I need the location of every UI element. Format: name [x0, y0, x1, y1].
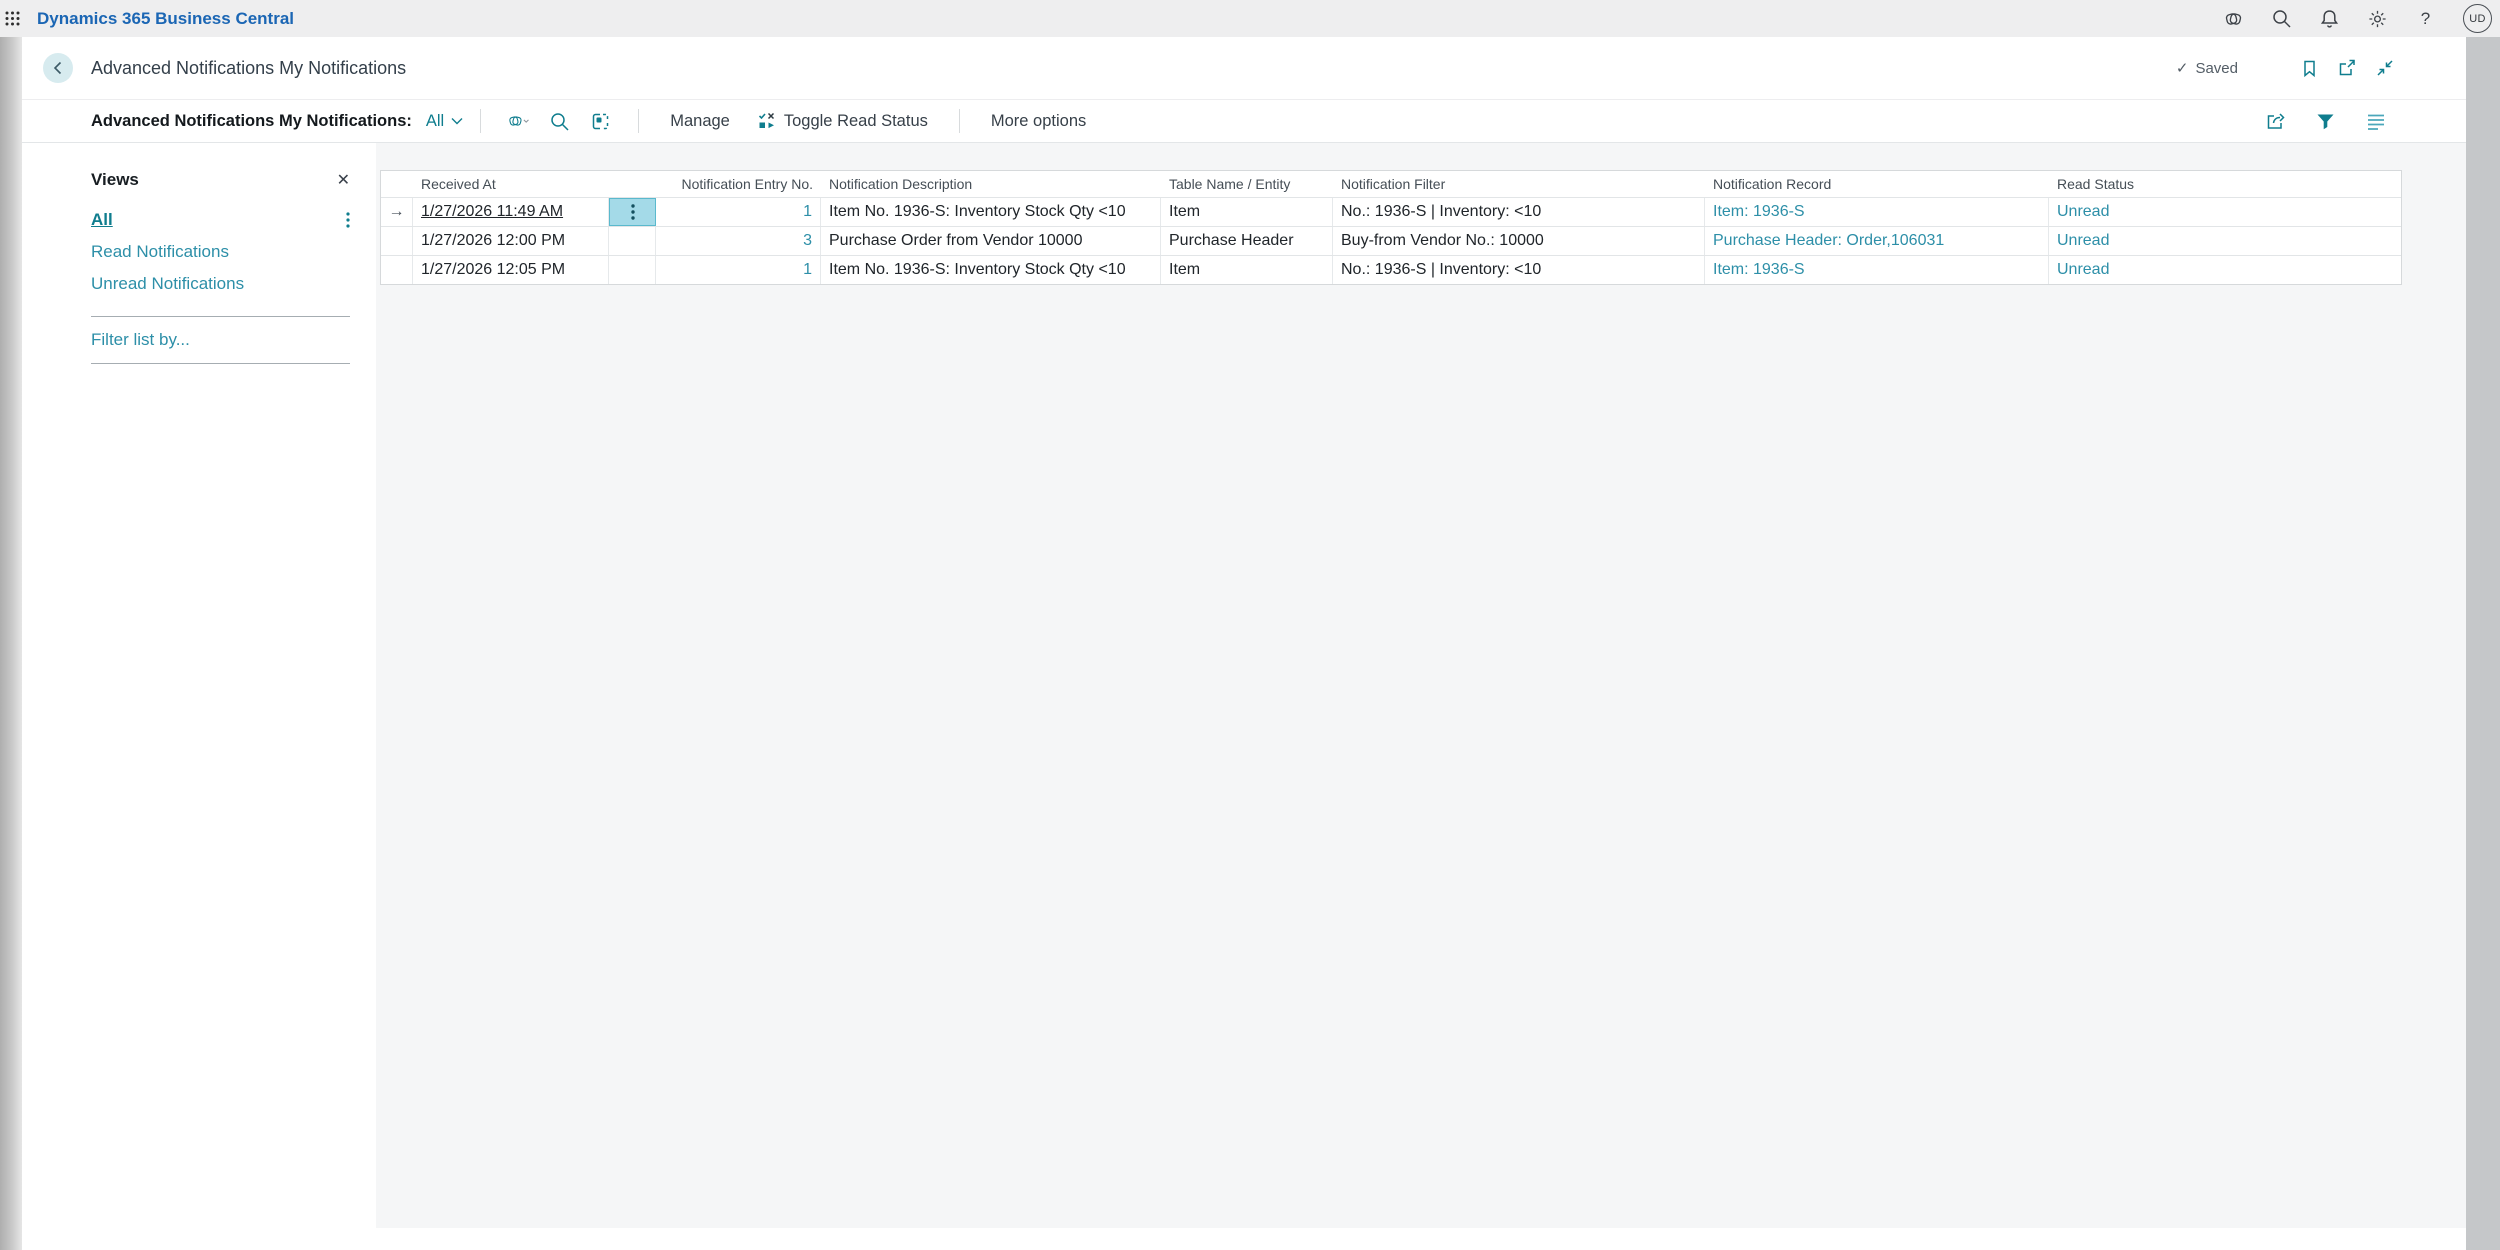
saved-indicator: ✓ Saved — [2176, 59, 2238, 77]
share-icon[interactable] — [2264, 110, 2287, 133]
column-header-received-at[interactable]: Received At — [413, 176, 609, 192]
close-icon[interactable]: ✕ — [337, 170, 350, 190]
toggle-read-status-button[interactable]: Toggle Read Status — [758, 112, 928, 131]
column-header-read-status[interactable]: Read Status — [2049, 176, 2401, 192]
view-item-all[interactable]: All — [91, 204, 350, 236]
views-panel-title: Views — [91, 170, 139, 190]
more-options-button[interactable]: More options — [991, 112, 1086, 131]
open-in-window-icon[interactable] — [2336, 57, 2358, 79]
page-title: Advanced Notifications My Notifications — [91, 58, 406, 79]
collapse-icon[interactable] — [2374, 57, 2396, 79]
list-toolbar: Advanced Notifications My Notifications:… — [0, 99, 2500, 143]
more-options-label: More options — [991, 112, 1086, 131]
list-caption: Advanced Notifications My Notifications: — [91, 112, 412, 131]
row-menu-cell — [609, 227, 656, 255]
column-header-entity[interactable]: Table Name / Entity — [1161, 176, 1333, 192]
column-header-filter[interactable]: Notification Filter — [1333, 176, 1705, 192]
row-selector-cell — [381, 256, 413, 284]
cell-read-status[interactable]: Unread — [2049, 227, 2401, 255]
view-item-label[interactable]: Read Notifications — [91, 242, 229, 262]
back-button[interactable] — [43, 53, 73, 83]
toggle-read-status-label: Toggle Read Status — [784, 112, 928, 131]
page-header: Advanced Notifications My Notifications … — [0, 37, 2500, 99]
cell-record-link[interactable]: Item: 1936-S — [1705, 198, 2049, 226]
cell-description[interactable]: Item No. 1936-S: Inventory Stock Qty <10 — [821, 198, 1161, 226]
column-header-record[interactable]: Notification Record — [1705, 176, 2049, 192]
divider — [91, 363, 350, 364]
cell-filter[interactable]: Buy-from Vendor No.: 10000 — [1333, 227, 1705, 255]
cell-description[interactable]: Purchase Order from Vendor 10000 — [821, 227, 1161, 255]
cell-entity[interactable]: Item — [1161, 256, 1333, 284]
view-item-label[interactable]: Unread Notifications — [91, 274, 244, 294]
saved-label: Saved — [2195, 60, 2238, 77]
toggle-read-status-icon — [758, 112, 776, 130]
column-header-entry-no[interactable]: Notification Entry No. — [656, 176, 821, 192]
help-icon[interactable]: ? — [2415, 8, 2436, 29]
more-menu-icon[interactable] — [346, 212, 350, 228]
app-window: Dynamics 365 Business Central — [0, 0, 2500, 1250]
copilot-icon[interactable] — [2223, 8, 2244, 29]
gear-icon[interactable] — [2367, 8, 2388, 29]
cell-received-at[interactable]: 1/27/2026 12:00 PM — [413, 227, 609, 255]
cell-record-link[interactable]: Purchase Header: Order,106031 — [1705, 227, 2049, 255]
current-row-arrow-icon: → — [389, 203, 405, 221]
cell-description[interactable]: Item No. 1936-S: Inventory Stock Qty <10 — [821, 256, 1161, 284]
cell-record-link[interactable]: Item: 1936-S — [1705, 256, 2049, 284]
search-icon[interactable] — [548, 110, 571, 133]
vertical-scrollbar[interactable] — [2466, 37, 2500, 1250]
cell-entity[interactable]: Purchase Header — [1161, 227, 1333, 255]
cell-filter[interactable]: No.: 1936-S | Inventory: <10 — [1333, 256, 1705, 284]
avatar[interactable]: UD — [2463, 4, 2492, 33]
analyze-icon[interactable] — [589, 110, 612, 133]
cell-read-status[interactable]: Unread — [2049, 256, 2401, 284]
list-area: Received At Notification Entry No. Notif… — [376, 143, 2466, 1228]
cell-entry-no[interactable]: 3 — [656, 227, 821, 255]
bell-icon[interactable] — [2319, 8, 2340, 29]
views-panel: Views ✕ All Read Notifications Unread No… — [22, 143, 376, 1228]
filter-list-by-link[interactable]: Filter list by... — [91, 330, 350, 350]
table-row[interactable]: 1/27/2026 12:05 PM 1Item No. 1936-S: Inve… — [381, 255, 2401, 284]
column-header-description[interactable]: Notification Description — [821, 176, 1161, 192]
toolbar-separator — [959, 109, 960, 133]
manage-button[interactable]: Manage — [670, 112, 730, 131]
row-selector-cell: → — [381, 198, 413, 226]
view-item-read-notifications[interactable]: Read Notifications — [91, 236, 350, 268]
search-icon[interactable] — [2271, 8, 2292, 29]
cell-entity[interactable]: Item — [1161, 198, 1333, 226]
table-body: →1/27/2026 11:49 AM1Item No. 1936-S: Inv… — [381, 197, 2401, 284]
toolbar-separator — [638, 109, 639, 133]
manage-label: Manage — [670, 112, 730, 131]
view-filter-value: All — [426, 112, 444, 131]
view-filter-dropdown[interactable]: All — [426, 112, 463, 131]
top-bar: Dynamics 365 Business Central — [0, 0, 2500, 37]
cell-entry-no[interactable]: 1 — [656, 256, 821, 284]
bookmark-icon[interactable] — [2298, 57, 2320, 79]
left-edge-strip — [0, 37, 22, 1250]
table-row[interactable]: 1/27/2026 12:00 PM 3Purchase Order from V… — [381, 226, 2401, 255]
cell-received-at[interactable]: 1/27/2026 12:05 PM — [413, 256, 609, 284]
view-item-label[interactable]: All — [91, 210, 113, 230]
cell-received-at[interactable]: 1/27/2026 11:49 AM — [413, 198, 609, 226]
cell-read-status[interactable]: Unread — [2049, 198, 2401, 226]
copilot-icon[interactable] — [507, 110, 530, 133]
waffle-icon[interactable] — [5, 11, 20, 26]
list-layout-icon[interactable] — [2364, 110, 2387, 133]
toolbar-separator — [480, 109, 481, 133]
table-header-row: Received At Notification Entry No. Notif… — [381, 171, 2401, 197]
cell-entry-no[interactable]: 1 — [656, 198, 821, 226]
app-title[interactable]: Dynamics 365 Business Central — [37, 9, 294, 29]
filter-icon[interactable] — [2314, 110, 2337, 133]
table-row[interactable]: → 1/27/2026 11:49 AM 1Item No. 1936-S: Inv… — [381, 197, 2401, 226]
divider — [91, 316, 350, 317]
notifications-table: Received At Notification Entry No. Notif… — [380, 170, 2402, 285]
cell-filter[interactable]: No.: 1936-S | Inventory: <10 — [1333, 198, 1705, 226]
row-selector-cell — [381, 227, 413, 255]
row-menu-cell — [609, 256, 656, 284]
chevron-down-icon — [451, 117, 463, 125]
row-menu-button[interactable] — [609, 198, 656, 226]
view-item-unread-notifications[interactable]: Unread Notifications — [91, 268, 350, 300]
check-icon: ✓ — [2176, 59, 2189, 77]
